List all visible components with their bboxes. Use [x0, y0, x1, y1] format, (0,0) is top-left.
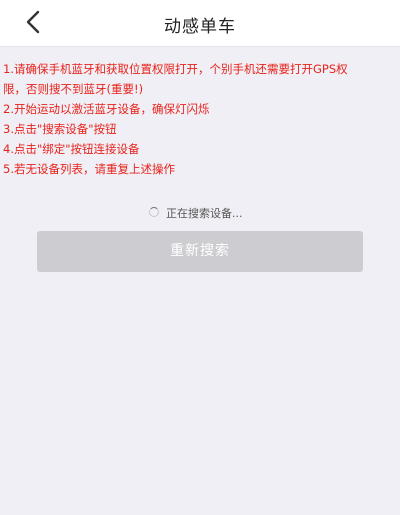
instruction-step-1-line-2: 限，否则搜不到蓝牙(重要!) — [3, 82, 144, 96]
navigation-bar: 动感单车 — [0, 0, 400, 47]
instruction-step-5: 5.若无设备列表，请重复上述操作 — [3, 162, 175, 176]
instruction-step-2: 2.开始运动以激活蓝牙设备，确保灯闪烁 — [3, 102, 210, 116]
instruction-step-4: 4.点击"绑定"按钮连接设备 — [3, 142, 140, 156]
search-status-text: 正在搜索设备... — [166, 207, 243, 220]
page-title: 动感单车 — [164, 17, 236, 37]
instruction-step-3: 3.点击"搜索设备"按钮 — [3, 122, 117, 136]
rescan-button[interactable]: 重新搜索 — [37, 231, 363, 272]
instructions-list: 1.请确保手机蓝牙和获取位置权限打开，个别手机还需要打开GPS权 限，否则搜不到… — [3, 59, 397, 179]
instruction-step-1-line-1: 1.请确保手机蓝牙和获取位置权限打开，个别手机还需要打开GPS权 — [3, 62, 348, 76]
loading-spinner-icon — [149, 207, 159, 217]
search-status: 正在搜索设备... — [0, 204, 400, 222]
